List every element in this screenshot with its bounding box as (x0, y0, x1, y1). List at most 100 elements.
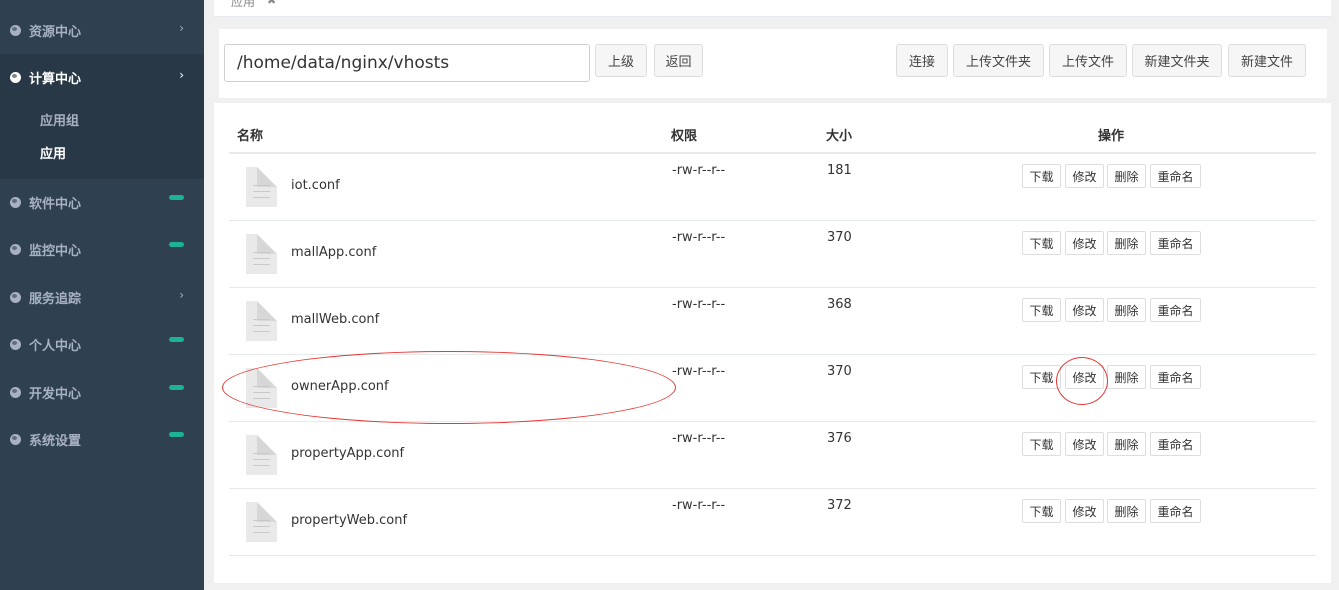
file-size: 181 (827, 163, 852, 178)
file-name[interactable]: mallWeb.conf (291, 312, 379, 327)
sidebar: 应用组 应用 资源中心 › 计算中心 › 软件中心 监控中心 服务追踪 › 个人… (0, 0, 204, 590)
delete-button[interactable]: 删除 (1107, 432, 1146, 456)
file-size: 368 (827, 297, 852, 312)
globe-icon (10, 72, 21, 83)
column-header-actions: 操作 (1098, 129, 1125, 144)
up-level-button[interactable]: 上级 (595, 44, 647, 77)
sidebar-item-software-center[interactable]: 软件中心 (0, 179, 204, 226)
delete-button[interactable]: 删除 (1107, 499, 1146, 523)
back-button[interactable]: 返回 (654, 44, 703, 77)
new-file-button[interactable]: 新建文件 (1228, 44, 1306, 77)
rename-button[interactable]: 重命名 (1150, 164, 1201, 188)
rename-button[interactable]: 重命名 (1150, 231, 1201, 255)
file-name[interactable]: iot.conf (291, 178, 340, 193)
submenu-item-app-group[interactable]: 应用组 (40, 110, 79, 129)
sidebar-item-label: 资源中心 (29, 25, 82, 40)
file-name[interactable]: propertyApp.conf (291, 446, 404, 461)
edit-button[interactable]: 修改 (1065, 432, 1104, 456)
tab-app[interactable]: 应用 (231, 0, 255, 10)
sidebar-item-system-settings[interactable]: 系统设置 (0, 416, 204, 463)
rename-button[interactable]: 重命名 (1150, 298, 1201, 322)
globe-icon (10, 434, 21, 445)
file-permission: -rw-r--r-- (672, 498, 726, 513)
status-pill (169, 195, 184, 200)
download-button[interactable]: 下载 (1022, 231, 1061, 255)
column-header-size: 大小 (826, 129, 853, 144)
column-header-name: 名称 (237, 129, 264, 144)
download-button[interactable]: 下载 (1022, 365, 1061, 389)
sidebar-item-label: 软件中心 (29, 197, 82, 212)
submenu-item-app[interactable]: 应用 (40, 143, 66, 162)
edit-button[interactable]: 修改 (1065, 231, 1104, 255)
table-row: propertyApp.conf -rw-r--r-- 376 下载 修改 删除 重命名 (229, 422, 1316, 489)
file-name[interactable]: ownerApp.conf (291, 379, 389, 394)
rename-button[interactable]: 重命名 (1150, 432, 1201, 456)
globe-icon (10, 244, 21, 255)
rename-button[interactable]: 重命名 (1150, 365, 1201, 389)
edit-button[interactable]: 修改 (1065, 164, 1104, 188)
sidebar-item-service-tracing[interactable]: 服务追踪 › (0, 274, 204, 321)
sidebar-item-label: 系统设置 (29, 434, 82, 449)
download-button[interactable]: 下载 (1022, 298, 1061, 322)
table-row: ownerApp.conf -rw-r--r-- 370 下载 修改 删除 重命名 (229, 355, 1316, 422)
sidebar-item-label: 服务追踪 (29, 292, 82, 307)
file-icon (246, 167, 277, 207)
file-name[interactable]: propertyWeb.conf (291, 513, 407, 528)
sidebar-item-label: 个人中心 (29, 339, 82, 354)
chevron-right-icon: › (179, 21, 184, 35)
sidebar-item-monitor-center[interactable]: 监控中心 (0, 226, 204, 273)
globe-icon (10, 387, 21, 398)
close-icon[interactable]: ✖ (267, 0, 276, 7)
edit-button[interactable]: 修改 (1065, 365, 1104, 389)
table-row: propertyWeb.conf -rw-r--r-- 372 下载 修改 删除 重命名 (229, 489, 1316, 556)
table-row: iot.conf -rw-r--r-- 181 下载 修改 删除 重命名 (229, 154, 1316, 221)
sidebar-item-personal-center[interactable]: 个人中心 (0, 321, 204, 368)
upload-file-button[interactable]: 上传文件 (1049, 44, 1127, 77)
edit-button[interactable]: 修改 (1065, 298, 1104, 322)
status-pill (169, 432, 184, 437)
new-folder-button[interactable]: 新建文件夹 (1132, 44, 1222, 77)
delete-button[interactable]: 删除 (1107, 298, 1146, 322)
table-row: mallApp.conf -rw-r--r-- 370 下载 修改 删除 重命名 (229, 221, 1316, 288)
chevron-right-icon: › (179, 288, 184, 302)
delete-button[interactable]: 删除 (1107, 365, 1146, 389)
file-permission: -rw-r--r-- (672, 230, 726, 245)
edit-button[interactable]: 修改 (1065, 499, 1104, 523)
sidebar-item-dev-center[interactable]: 开发中心 (0, 369, 204, 416)
file-icon (246, 435, 277, 475)
globe-icon (10, 197, 21, 208)
globe-icon (10, 25, 21, 36)
file-icon (246, 502, 277, 542)
delete-button[interactable]: 删除 (1107, 164, 1146, 188)
file-size: 370 (827, 230, 852, 245)
file-table: 名称 权限 大小 操作 iot.conf -rw-r--r-- 181 下载 修改 删除重… (214, 103, 1331, 583)
globe-icon (10, 292, 21, 303)
file-permission: -rw-r--r-- (672, 364, 726, 379)
file-icon (246, 301, 277, 341)
status-pill (169, 385, 184, 390)
column-header-permission: 权限 (671, 129, 698, 144)
download-button[interactable]: 下载 (1022, 164, 1061, 188)
submenu-compute: 应用组 应用 (0, 101, 204, 179)
upload-folder-button[interactable]: 上传文件夹 (953, 44, 1044, 77)
status-pill (169, 242, 184, 247)
path-toolbar: 上级 返回 连接 上传文件夹 上传文件 新建文件夹 新建文件 (219, 29, 1327, 98)
chevron-right-icon: › (179, 68, 184, 82)
tab-bar: 应用 ✖ (214, 0, 1331, 17)
delete-button[interactable]: 删除 (1107, 231, 1146, 255)
file-icon (246, 368, 277, 408)
download-button[interactable]: 下载 (1022, 499, 1061, 523)
file-name[interactable]: mallApp.conf (291, 245, 376, 260)
sidebar-item-label: 开发中心 (29, 387, 82, 402)
download-button[interactable]: 下载 (1022, 432, 1061, 456)
sidebar-item-label: 监控中心 (29, 244, 82, 259)
path-input[interactable] (224, 44, 590, 82)
rename-button[interactable]: 重命名 (1150, 499, 1201, 523)
globe-icon (10, 339, 21, 350)
sidebar-item-label: 计算中心 (29, 72, 82, 87)
file-permission: -rw-r--r-- (672, 297, 726, 312)
file-permission: -rw-r--r-- (672, 163, 726, 178)
sidebar-item-resource-center[interactable]: 资源中心 › (0, 7, 204, 54)
connect-button[interactable]: 连接 (896, 44, 948, 77)
sidebar-item-compute-center[interactable]: 计算中心 › (0, 54, 204, 101)
